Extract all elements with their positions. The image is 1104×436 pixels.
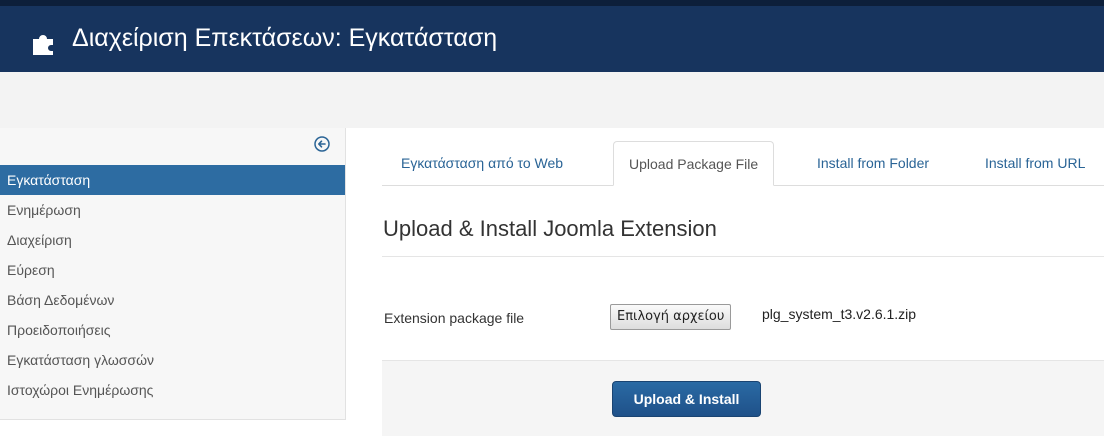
page-header: Διαχείριση Επεκτάσεων: Εγκατάσταση — [0, 0, 1104, 72]
sidebar-item-install-languages[interactable]: Εγκατάσταση γλωσσών — [0, 345, 345, 375]
tab-upload-package-file[interactable]: Upload Package File — [613, 141, 775, 186]
page-title: Διαχείριση Επεκτάσεων: Εγκατάσταση — [72, 24, 498, 52]
tab-install-from-web[interactable]: Εγκατάσταση από το Web — [386, 141, 578, 185]
selected-file-name: plg_system_t3.v2.6.1.zip — [762, 306, 917, 322]
section-title: Upload & Install Joomla Extension — [383, 216, 717, 241]
sidebar-item-install[interactable]: Εγκατάσταση — [0, 165, 345, 195]
tab-install-from-folder[interactable]: Install from Folder — [802, 141, 944, 185]
sidebar-item-manage[interactable]: Διαχείριση — [0, 225, 345, 255]
choose-file-button[interactable]: Επιλογή αρχείου — [610, 304, 732, 330]
extension-package-label: Extension package file — [384, 310, 525, 326]
tab-install-from-url[interactable]: Install from URL — [970, 141, 1100, 185]
section-divider — [382, 256, 1104, 257]
collapse-arrow-icon[interactable] — [314, 136, 330, 152]
sidebar-item-update-sites[interactable]: Ιστοχώροι Ενημέρωσης — [0, 375, 345, 405]
upload-install-button[interactable]: Upload & Install — [612, 381, 761, 417]
sidebar-item-warnings[interactable]: Προειδοποιήσεις — [0, 315, 345, 345]
sidebar-item-update[interactable]: Ενημέρωση — [0, 195, 345, 225]
toolbar-strip — [0, 72, 1104, 128]
puzzle-icon — [33, 35, 53, 55]
sidebar-item-discover[interactable]: Εύρεση — [0, 255, 345, 285]
sidebar-item-database[interactable]: Βάση Δεδομένων — [0, 285, 345, 315]
